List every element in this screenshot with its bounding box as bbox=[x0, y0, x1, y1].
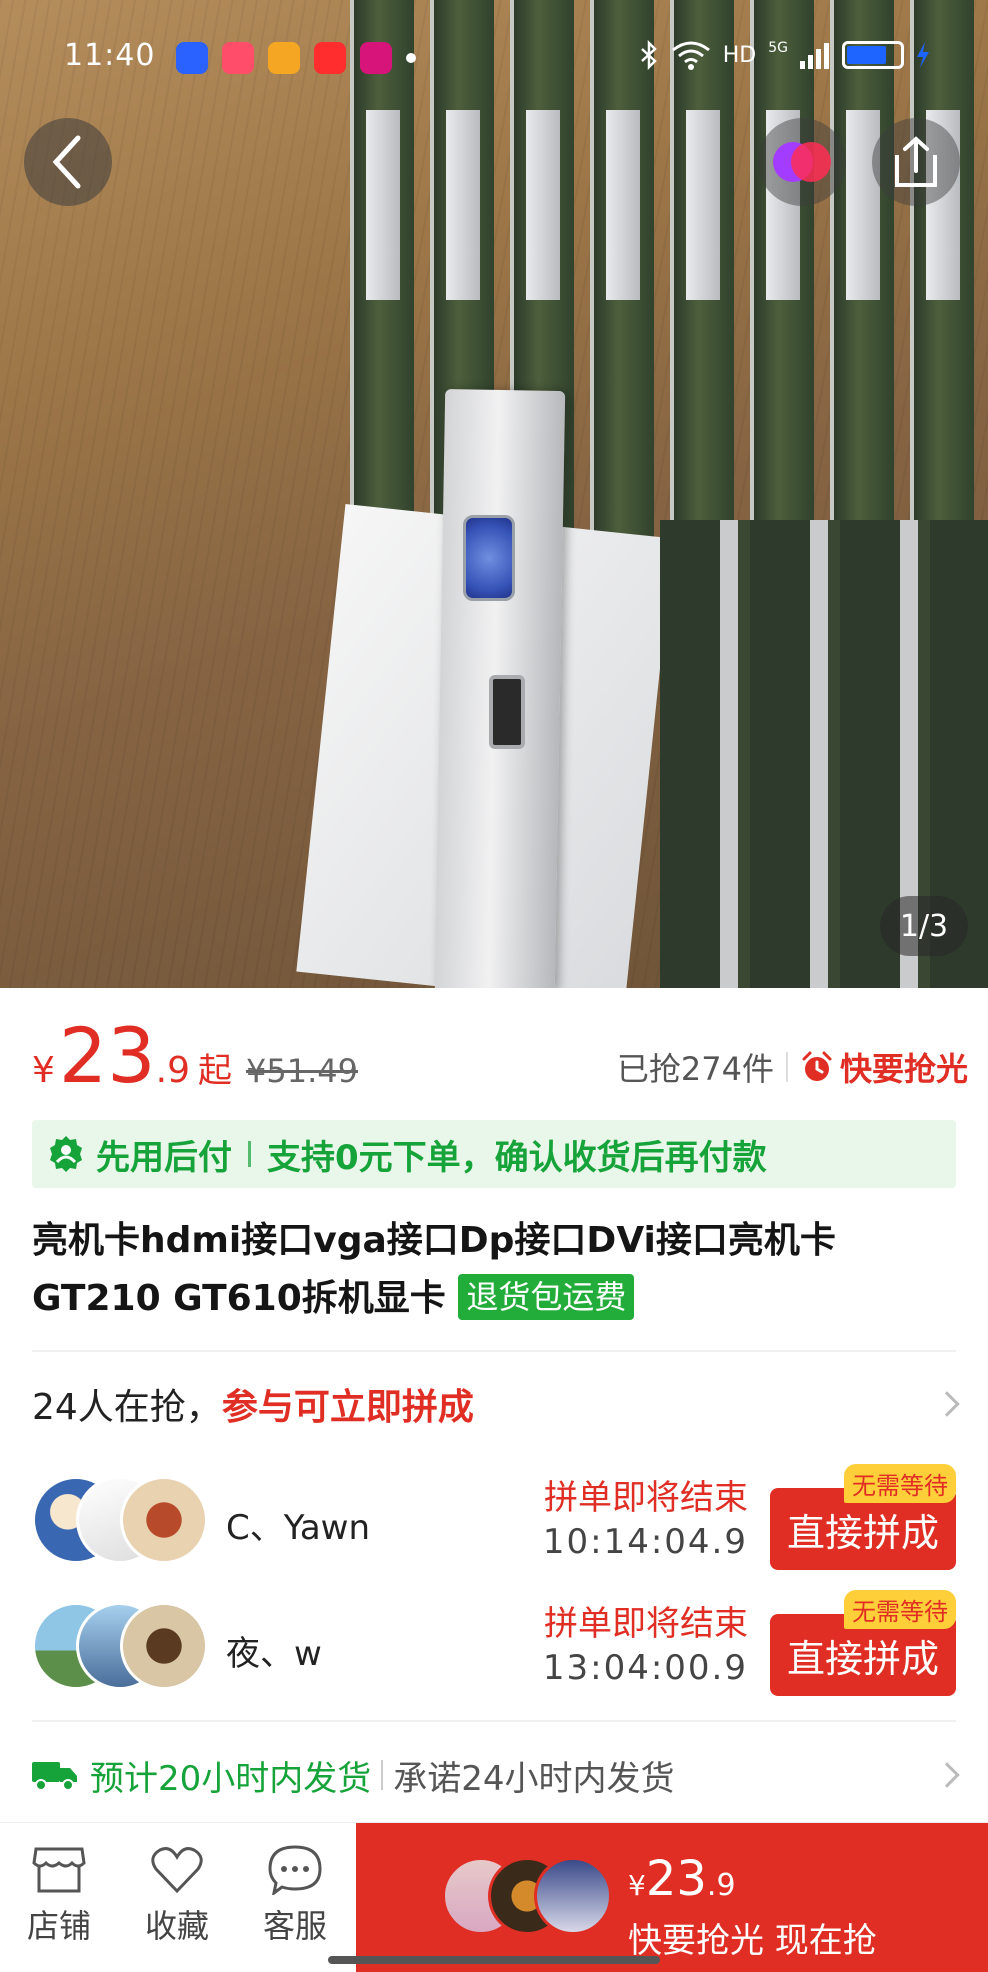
group-timer: 拼单即将结束 13:04:00.9 bbox=[543, 1602, 748, 1690]
countdown: 10:14:04.9 bbox=[542, 1522, 748, 1562]
buy-price-decimal: .9 bbox=[706, 1868, 736, 1903]
countdown: 13:04:00.9 bbox=[542, 1648, 748, 1688]
share-button[interactable] bbox=[872, 118, 960, 206]
badge-user-icon bbox=[50, 1136, 82, 1172]
product-title: 亮机卡hdmi接口vga接口Dp接口DVi接口亮机卡GT210 GT610拆机显… bbox=[32, 1212, 962, 1328]
no-wait-badge: 无需等待 bbox=[844, 1464, 956, 1503]
bubble-icon bbox=[773, 142, 831, 182]
status-time: 11:40 bbox=[64, 38, 156, 73]
tv-app-icon bbox=[360, 42, 392, 74]
play-app-icon bbox=[314, 42, 346, 74]
no-wait-badge: 无需等待 bbox=[844, 1590, 956, 1629]
favorite-label: 收藏 bbox=[144, 1907, 209, 1945]
status-app-icons bbox=[176, 42, 416, 74]
status-bar: 11:40 HD 5G bbox=[0, 0, 988, 110]
price-suffix: 起 bbox=[197, 1051, 232, 1091]
pay-later-title: 先用后付 bbox=[96, 1137, 232, 1178]
price-integer: 23 bbox=[58, 1011, 156, 1100]
buy-price-integer: 23 bbox=[645, 1851, 707, 1907]
buy-currency: ¥ bbox=[628, 1869, 646, 1902]
price-currency: ¥ bbox=[32, 1050, 55, 1091]
pay-later-detail: 支持0元下单，确认收货后再付款 bbox=[267, 1137, 767, 1178]
back-button[interactable] bbox=[24, 118, 112, 206]
divider bbox=[785, 1052, 788, 1082]
group-status: 拼单即将结束 bbox=[544, 1604, 748, 1644]
vga-port bbox=[463, 515, 515, 601]
video-app-icon bbox=[222, 42, 254, 74]
group-status: 拼单即将结束 bbox=[544, 1478, 748, 1518]
network-indicator: 5G bbox=[768, 40, 788, 56]
buy-now-button[interactable]: ¥ 23 .9 快要抢光 现在抢 bbox=[356, 1823, 988, 1972]
battery-icon bbox=[842, 41, 904, 69]
hot-badge: 快要抢光 bbox=[800, 1044, 968, 1090]
group-row: 夜、w 拼单即将结束 13:04:00.9 直接拼成 无需等待 bbox=[32, 1590, 956, 1696]
alarm-clock-icon bbox=[802, 1051, 832, 1081]
free-return-tag: 退货包运费 bbox=[458, 1274, 635, 1320]
buy-price: ¥ 23 .9 bbox=[628, 1851, 736, 1907]
hd-indicator: HD bbox=[722, 42, 757, 68]
divider bbox=[32, 1720, 956, 1722]
group-leader-name: 夜、w bbox=[226, 1634, 322, 1674]
chat-icon bbox=[268, 1845, 322, 1895]
customer-service-button[interactable]: 客服 bbox=[240, 1845, 350, 1947]
price-row: ¥ 23 .9 起 ¥51.49 已抢274件 快要抢光 bbox=[32, 1018, 968, 1110]
bottom-bar: 店铺 收藏 客服 ¥ 23 .9 快要抢光 现在抢 bbox=[0, 1822, 988, 1972]
divider bbox=[248, 1141, 251, 1167]
buyer-avatars bbox=[442, 1857, 612, 1937]
shipping-estimate: 预计20小时内发货 bbox=[90, 1758, 372, 1799]
avatar-group bbox=[32, 1476, 212, 1566]
baidu-icon bbox=[176, 42, 208, 74]
home-indicator bbox=[328, 1956, 660, 1964]
heart-icon bbox=[151, 1847, 203, 1894]
price: ¥ 23 .9 起 ¥51.49 bbox=[32, 1018, 358, 1094]
signal-icon bbox=[800, 43, 829, 69]
service-label: 客服 bbox=[262, 1907, 327, 1945]
original-price: ¥51.49 bbox=[245, 1052, 358, 1090]
image-counter: 1/3 bbox=[880, 896, 968, 956]
group-buy-count: 24人在抢， bbox=[32, 1387, 222, 1428]
group-buy-cta: 参与可立即拼成 bbox=[221, 1387, 474, 1428]
store-icon bbox=[32, 1847, 86, 1893]
divider bbox=[381, 1760, 384, 1790]
chevron-right-icon bbox=[934, 1762, 960, 1788]
avatar bbox=[120, 1602, 208, 1690]
avatar-group bbox=[32, 1602, 212, 1692]
charging-icon bbox=[917, 42, 929, 68]
avatar bbox=[534, 1857, 612, 1935]
status-indicators: HD 5G bbox=[639, 40, 930, 70]
sold-count: 已抢274件 bbox=[616, 1050, 774, 1088]
hot-label: 快要抢光 bbox=[839, 1050, 968, 1088]
store-button[interactable]: 店铺 bbox=[4, 1845, 114, 1947]
store-label: 店铺 bbox=[26, 1907, 91, 1945]
divider bbox=[32, 1350, 956, 1352]
hdmi-port bbox=[489, 675, 525, 749]
price-decimal: .9 bbox=[155, 1050, 190, 1091]
notification-dot-icon bbox=[406, 53, 416, 63]
avatar bbox=[120, 1476, 208, 1564]
shipping-row[interactable]: 预计20小时内发货 承诺24小时内发货 bbox=[32, 1740, 960, 1810]
share-icon bbox=[895, 136, 937, 187]
group-buy-header[interactable]: 24人在抢， 参与可立即拼成 bbox=[32, 1374, 960, 1434]
chevron-right-icon bbox=[934, 1391, 960, 1417]
group-timer: 拼单即将结束 10:14:04.9 bbox=[543, 1476, 748, 1564]
chevron-left-icon bbox=[52, 135, 81, 189]
buy-label: 快要抢光 现在抢 bbox=[628, 1921, 877, 1961]
group-row: C、Yawn 拼单即将结束 10:14:04.9 直接拼成 无需等待 bbox=[32, 1464, 956, 1570]
favorite-button[interactable]: 收藏 bbox=[122, 1845, 232, 1947]
pay-later-banner[interactable]: 先用后付 支持0元下单，确认收货后再付款 bbox=[32, 1120, 956, 1188]
sold-info: 已抢274件 快要抢光 bbox=[617, 1044, 968, 1090]
wifi-icon bbox=[671, 41, 710, 70]
group-leader-name: C、Yawn bbox=[226, 1508, 371, 1548]
chat-bubble-button[interactable] bbox=[758, 118, 846, 206]
product-title-text: 亮机卡hdmi接口vga接口Dp接口DVi接口亮机卡GT210 GT610拆机显… bbox=[32, 1220, 836, 1319]
bluetooth-icon bbox=[640, 40, 657, 70]
truck-icon bbox=[32, 1762, 77, 1791]
weibo-icon bbox=[268, 42, 300, 74]
shipping-promise: 承诺24小时内发货 bbox=[393, 1758, 675, 1799]
